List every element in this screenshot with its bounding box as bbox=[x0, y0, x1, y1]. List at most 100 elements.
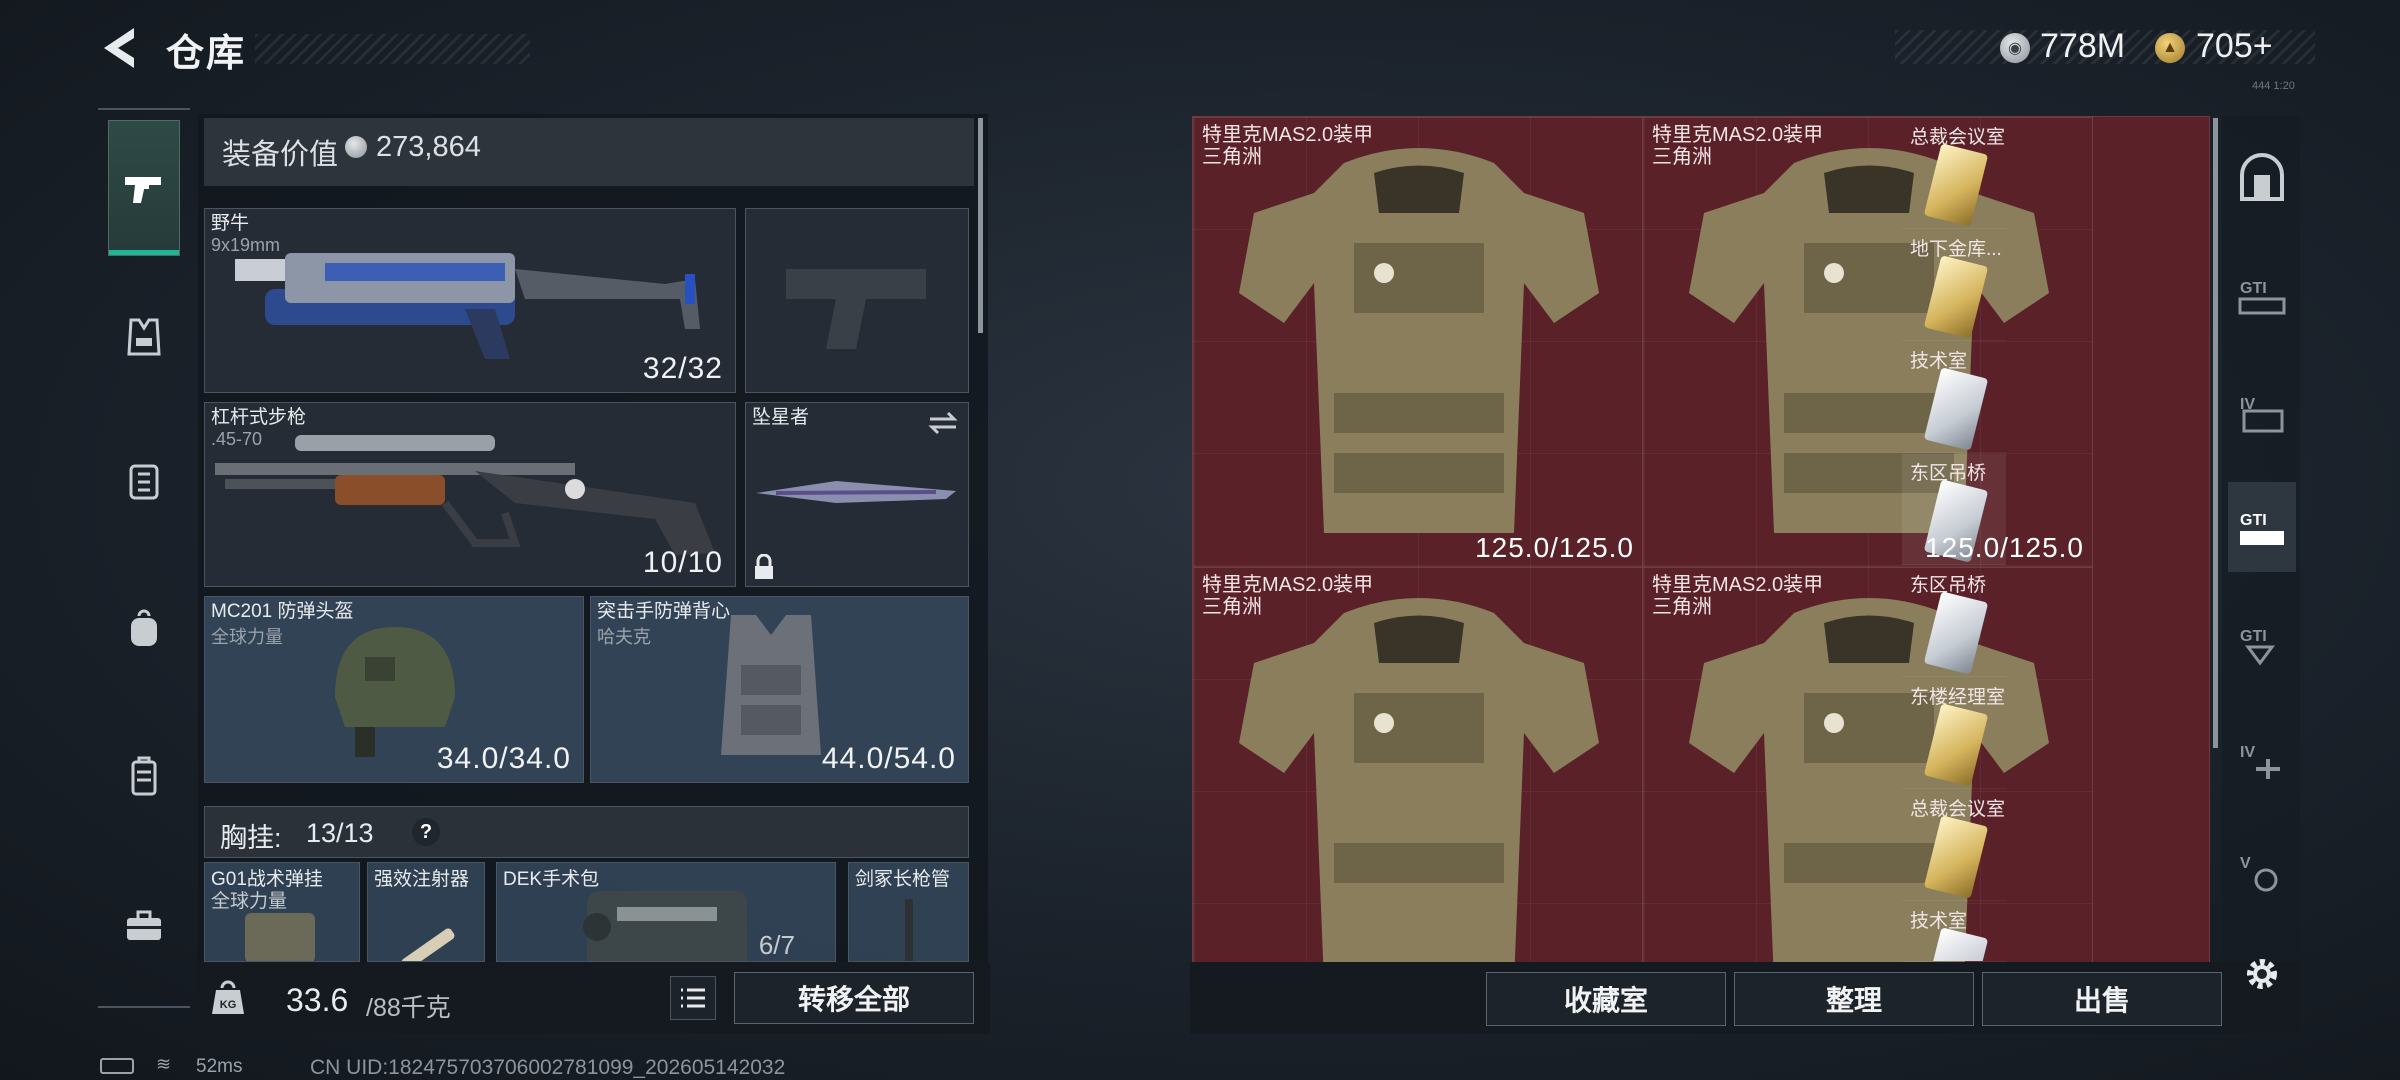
vest-image-icon bbox=[721, 615, 821, 755]
list-view-button[interactable] bbox=[670, 976, 716, 1020]
chest-rig-item[interactable]: DEK手术包 6/7 bbox=[496, 862, 836, 962]
tab-storage-1[interactable]: GTI bbox=[2228, 250, 2296, 340]
tab-storage-3[interactable]: GTI bbox=[2228, 482, 2296, 572]
armor-item[interactable]: 特里克MAS2.0装甲 三角洲 125.0/125.0 bbox=[1643, 117, 2093, 567]
sort-button[interactable]: 整理 bbox=[1734, 972, 1974, 1026]
gti-storage-alt-icon: GTI bbox=[2240, 628, 2275, 666]
keycard-name: 地下金库... bbox=[1910, 239, 2002, 260]
keycard-image-icon bbox=[1923, 815, 1989, 899]
keycard-image-icon bbox=[1923, 143, 1989, 227]
tab-backpack[interactable] bbox=[108, 584, 180, 674]
slot-durability: 34.0/34.0 bbox=[436, 742, 571, 775]
chest-rig-label: 胸挂: bbox=[220, 823, 282, 853]
slot-name: 坠星者 bbox=[752, 407, 810, 428]
keycard-item[interactable]: 技术室 bbox=[1902, 342, 2006, 453]
keycard-item[interactable]: 地下金库... bbox=[1902, 230, 2006, 341]
iv-storage-icon: IV bbox=[2240, 396, 2284, 433]
chest-rig-item[interactable]: G01战术弹挂 全球力量 bbox=[204, 862, 360, 962]
vault-door-icon bbox=[2240, 153, 2284, 201]
weight-icon: KG bbox=[212, 980, 244, 1014]
help-button[interactable]: ? bbox=[412, 818, 440, 846]
slot-durability: 10/10 bbox=[642, 546, 723, 579]
slot-brand: 全球力量 bbox=[211, 627, 283, 647]
wifi-icon: ≋ bbox=[156, 1054, 172, 1074]
tab-vault[interactable] bbox=[2228, 134, 2296, 224]
svg-text:KG: KG bbox=[220, 999, 237, 1011]
secondary-weapon-slot[interactable] bbox=[745, 208, 969, 393]
tab-armor[interactable] bbox=[108, 292, 180, 382]
armor-item[interactable]: 特里克MAS2.0装甲 三角洲 bbox=[1643, 567, 2093, 963]
gold-currency-value[interactable]: 705+ bbox=[2196, 27, 2273, 66]
keycard-item[interactable]: 总裁会议室 bbox=[1902, 118, 2006, 229]
tab-storage-6[interactable]: V bbox=[2228, 830, 2296, 910]
storage-scrollbar[interactable] bbox=[2213, 118, 2218, 748]
rifle-slot[interactable]: 杠杆式步枪 .45-70 10/10 bbox=[204, 402, 736, 587]
tab-storage-4[interactable]: GTI bbox=[2228, 598, 2296, 688]
armor-item[interactable]: 特里克MAS2.0装甲 三角洲 bbox=[1193, 567, 1643, 963]
surgery-kit-image-icon bbox=[583, 891, 747, 961]
header-small-text: 444 1:20 bbox=[2252, 80, 2295, 92]
item-durability: 125.0/125.0 bbox=[1925, 532, 2084, 563]
primary-weapon-slot[interactable]: 野牛 9x19mm 32/32 bbox=[204, 208, 736, 393]
keycard-name: 总裁会议室 bbox=[1910, 799, 2006, 820]
tab-weapons[interactable] bbox=[108, 120, 180, 256]
equipment-scrollbar[interactable] bbox=[978, 118, 983, 333]
item-name: 特里克MAS2.0装甲 bbox=[1652, 124, 1824, 146]
pistol-silhouette-icon bbox=[786, 269, 926, 349]
keycard-item[interactable]: 技术室 bbox=[1902, 902, 2006, 962]
item-durability: 125.0/125.0 bbox=[1475, 532, 1634, 563]
gear-icon[interactable] bbox=[2238, 950, 2286, 998]
tab-toolbox[interactable] bbox=[108, 880, 180, 970]
tab-storage-2[interactable]: IV bbox=[2228, 366, 2296, 456]
chest-rig-item[interactable]: 剑冢长枪管 bbox=[848, 862, 969, 962]
swap-icon[interactable] bbox=[926, 409, 960, 437]
battery-icon bbox=[100, 1058, 134, 1074]
tab-chest-rig[interactable] bbox=[108, 436, 180, 526]
armor-vest-icon bbox=[127, 318, 161, 356]
tab-storage-5[interactable]: IV bbox=[2228, 714, 2296, 804]
tactical-rig-image-icon bbox=[245, 913, 315, 961]
equipment-value-label: 装备价值 bbox=[222, 139, 339, 171]
page-title: 仓库 bbox=[166, 33, 247, 75]
transfer-all-button[interactable]: 转移全部 bbox=[734, 972, 974, 1024]
keycard-item[interactable]: 总裁会议室 bbox=[1902, 790, 2006, 901]
collection-room-button[interactable]: 收藏室 bbox=[1486, 972, 1726, 1026]
chest-rig-icon bbox=[129, 464, 159, 500]
svg-text:GTI: GTI bbox=[2240, 512, 2267, 529]
pistol-icon bbox=[125, 177, 161, 203]
keycard-name: 东区吊桥 bbox=[1910, 575, 1987, 596]
item-name: G01战术弹挂 bbox=[211, 869, 323, 890]
keycard-item[interactable]: 东楼经理室 bbox=[1902, 678, 2006, 789]
value-coin-icon bbox=[345, 136, 367, 158]
item-brand: 三角洲 bbox=[1202, 596, 1262, 618]
keycard-image-icon bbox=[1923, 591, 1989, 675]
keycard-name: 东区吊桥 bbox=[1910, 463, 1987, 484]
svg-text:GTI: GTI bbox=[2240, 280, 2267, 297]
item-brand: 三角洲 bbox=[1652, 596, 1712, 618]
armor-item[interactable]: 特里克MAS2.0装甲 三角洲 125.0/125.0 bbox=[1193, 117, 1643, 567]
sell-button[interactable]: 出售 bbox=[1982, 972, 2222, 1026]
keycard-name: 技术室 bbox=[1910, 351, 1968, 372]
body-armor-slot[interactable]: 突击手防弹背心 哈夫克 44.0/54.0 bbox=[590, 596, 969, 783]
tab-case[interactable] bbox=[108, 732, 180, 822]
title-decoration bbox=[255, 34, 530, 64]
toolbox-icon bbox=[127, 910, 161, 940]
back-button[interactable] bbox=[96, 22, 144, 74]
helmet-slot[interactable]: MC201 防弹头盔 全球力量 34.0/34.0 bbox=[204, 596, 584, 783]
lock-icon bbox=[755, 554, 773, 579]
slot-durability: 32/32 bbox=[642, 352, 723, 385]
melee-slot[interactable]: 坠星者 bbox=[745, 402, 969, 587]
gti-storage-icon: GTI bbox=[2238, 280, 2286, 315]
slot-durability: 44.0/54.0 bbox=[821, 742, 956, 775]
svg-text:GTI: GTI bbox=[2240, 628, 2267, 645]
item-brand: 三角洲 bbox=[1652, 146, 1712, 168]
keycard-item[interactable]: 东区吊桥 bbox=[1902, 566, 2006, 677]
item-name: 强效注射器 bbox=[374, 869, 470, 890]
keycard-image-icon bbox=[1923, 367, 1989, 451]
back-arrow-icon bbox=[104, 28, 134, 68]
chest-rig-item[interactable]: 强效注射器 bbox=[367, 862, 485, 962]
knife-image-icon bbox=[756, 481, 956, 503]
ping-value: 52ms bbox=[196, 1056, 243, 1077]
item-count: 6/7 bbox=[758, 930, 795, 960]
v-storage-icon: V bbox=[2240, 855, 2278, 892]
